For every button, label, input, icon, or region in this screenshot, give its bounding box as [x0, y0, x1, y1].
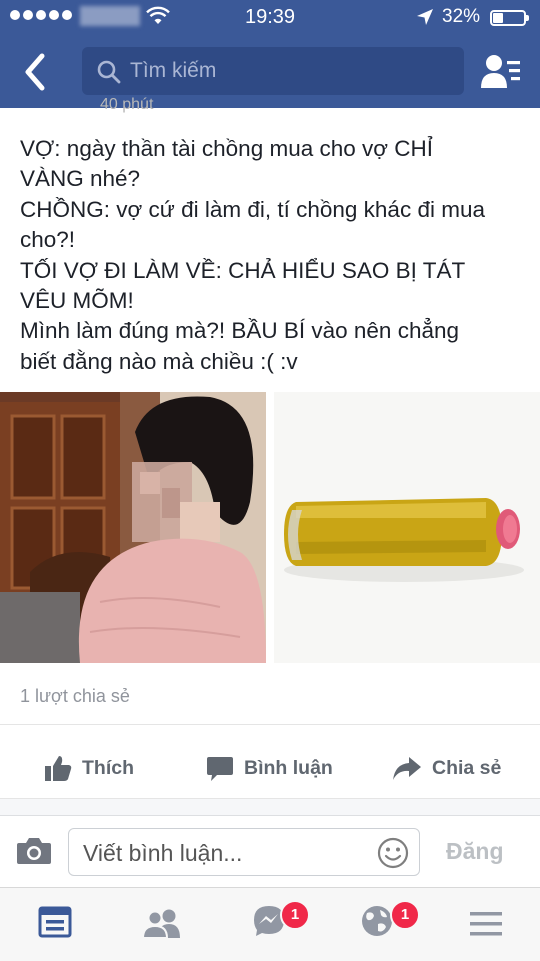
battery-percent: 32%	[442, 6, 481, 27]
like-button[interactable]: Thích	[44, 748, 134, 788]
notifications-badge: 1	[390, 900, 420, 930]
battery-icon	[490, 10, 529, 26]
thumbs-up-icon	[45, 756, 72, 781]
globe-icon	[362, 906, 392, 936]
post-text-line: VÀNG nhé?	[20, 166, 141, 192]
share-arrow-icon	[393, 757, 421, 780]
post-text-line: VỢ: ngày thần tài chồng mua cho vợ CHỈ	[20, 136, 434, 161]
comment-composer: Viết bình luận... Đăng	[0, 815, 540, 888]
comment-button[interactable]: Bình luận	[206, 748, 333, 788]
comment-label: Bình luận	[244, 756, 333, 779]
post-text-line: Mình làm đúng mà?! BẦU BÍ vào nên chẳng	[20, 318, 460, 344]
post-timestamp: 40 phút	[100, 96, 154, 113]
messages-tab[interactable]: 1	[252, 900, 310, 944]
divider	[0, 724, 540, 725]
bottom-tab-bar: 1 1	[0, 887, 540, 961]
status-bar: 19:39 32%	[0, 0, 540, 36]
camera-icon[interactable]	[16, 836, 52, 866]
notifications-tab[interactable]: 1	[360, 900, 420, 944]
post-text-line: CHỒNG: vợ cứ đi làm đi, tí chồng khác đi…	[20, 196, 485, 222]
search-field[interactable]: Tìm kiếm	[82, 47, 464, 95]
post-text-line: cho?!	[20, 227, 76, 253]
emoji-icon[interactable]	[377, 837, 409, 869]
share-button[interactable]: Chia sẻ	[392, 748, 501, 788]
friend-requests-icon[interactable]	[480, 52, 522, 92]
news-feed-icon[interactable]	[38, 906, 72, 938]
share-label: Chia sẻ	[432, 756, 502, 779]
messages-badge: 1	[280, 900, 310, 930]
post-text-line: VÊU MÕM!	[20, 288, 134, 314]
friends-icon[interactable]	[142, 908, 182, 938]
post-comment-button[interactable]: Đăng	[446, 838, 504, 865]
search-icon	[97, 60, 121, 84]
top-bar: 19:39 32% Tìm kiếm	[0, 0, 540, 108]
post-photo-woman[interactable]	[0, 392, 266, 663]
post-text-line: biết đằng nào mà chiều :( :v	[20, 348, 298, 374]
like-label: Thích	[82, 756, 134, 779]
comment-input[interactable]: Viết bình luận...	[68, 828, 420, 876]
comment-bubble-icon	[207, 757, 233, 781]
post-photo-gold-thread[interactable]	[274, 392, 540, 663]
search-placeholder: Tìm kiếm	[130, 59, 217, 82]
comment-placeholder: Viết bình luận...	[83, 840, 243, 866]
post-text-line: TỐI VỢ ĐI LÀM VỀ: CHẢ HIỂU SAO BỊ TÁT	[20, 257, 466, 283]
post-text: VỢ: ngày thần tài chồng mua cho vợ CHỈ V…	[20, 134, 525, 377]
menu-icon[interactable]	[470, 910, 502, 938]
location-arrow-icon	[417, 9, 433, 25]
share-count[interactable]: 1 lượt chia sẻ	[20, 686, 130, 707]
back-button[interactable]	[20, 52, 52, 92]
section-gap	[0, 799, 540, 815]
